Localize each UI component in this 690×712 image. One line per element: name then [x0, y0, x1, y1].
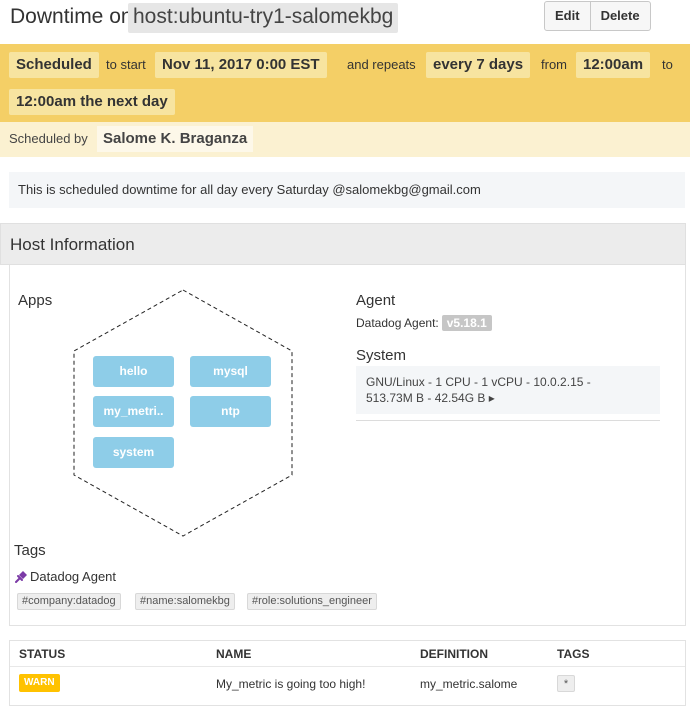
agent-version-badge: v5.18.1	[441, 315, 492, 331]
schedule-from-time: 12:00am	[576, 52, 651, 78]
schedule-frequency: every 7 days	[426, 52, 531, 78]
table-divider	[10, 666, 685, 667]
tag-source: Datadog Agent	[14, 569, 116, 584]
column-header-name[interactable]: NAME	[216, 647, 251, 661]
schedule-start: Nov 11, 2017 0:00 EST	[155, 52, 327, 78]
host-information-heading: Host Information	[0, 223, 686, 265]
to-text: to	[662, 57, 673, 72]
downtime-message: This is scheduled downtime for all day e…	[9, 172, 685, 208]
tag-chip[interactable]: #role:solutions_engineer	[247, 593, 377, 610]
app-tile-mysql[interactable]: mysql	[190, 356, 271, 387]
delete-button[interactable]: Delete	[589, 2, 650, 30]
downtime-scope: host:ubuntu-try1-salomekbg	[128, 3, 399, 33]
system-label: System	[356, 347, 407, 364]
scheduled-by-name: Salome K. Braganza	[97, 126, 254, 152]
system-divider	[356, 420, 660, 421]
page-title: Downtime on	[10, 5, 133, 28]
schedule-to-time: 12:00am the next day	[9, 89, 175, 115]
page-header: Downtime on host:ubuntu-try1-salomekbg E…	[0, 0, 690, 44]
pin-icon	[15, 570, 27, 583]
status-badge: WARN	[19, 674, 60, 692]
app-tile-hello[interactable]: hello	[93, 356, 174, 387]
column-header-definition[interactable]: DEFINITION	[420, 647, 488, 661]
column-header-tags[interactable]: TAGS	[557, 647, 589, 661]
edit-button[interactable]: Edit	[545, 2, 590, 30]
from-text: from	[541, 57, 567, 72]
monitor-definition: my_metric.salome	[420, 677, 518, 691]
agent-name: Datadog Agent:	[356, 316, 439, 330]
agent-info: Datadog Agent: v5.18.1	[356, 315, 492, 331]
column-header-status[interactable]: STATUS	[19, 647, 65, 661]
app-tile-ntp[interactable]: ntp	[190, 396, 271, 427]
tag-source-label: Datadog Agent	[30, 569, 117, 584]
system-line-1: GNU/Linux - 1 CPU - 1 vCPU - 10.0.2.15 -	[366, 375, 591, 389]
app-tile-system[interactable]: system	[93, 437, 174, 468]
monitors-table: STATUS NAME DEFINITION TAGS WARN My_metr…	[9, 640, 686, 706]
monitor-tag-chip[interactable]: *	[557, 675, 575, 692]
action-buttons: Edit Delete	[544, 1, 651, 31]
app-tile-my-metric[interactable]: my_metri..	[93, 396, 174, 427]
schedule-band: Scheduled to start Nov 11, 2017 0:00 EST…	[0, 44, 690, 122]
schedule-status: Scheduled	[9, 52, 99, 78]
system-line-2: 513.73M B - 42.54G B ▸	[366, 391, 495, 405]
to-start-text: to start	[106, 57, 146, 72]
agent-label: Agent	[356, 292, 396, 309]
tag-chip[interactable]: #name:salomekbg	[135, 593, 235, 610]
tags-label: Tags	[14, 542, 46, 559]
scheduled-by-band: Scheduled by Salome K. Braganza	[0, 122, 690, 157]
repeats-text: and repeats	[347, 57, 416, 72]
scheduled-by-label: Scheduled by	[9, 131, 88, 146]
tag-chip[interactable]: #company:datadog	[17, 593, 121, 610]
apps-label: Apps	[18, 292, 53, 309]
monitor-name-link[interactable]: My_metric is going too high!	[216, 677, 365, 691]
system-summary[interactable]: GNU/Linux - 1 CPU - 1 vCPU - 10.0.2.15 -…	[356, 366, 660, 414]
